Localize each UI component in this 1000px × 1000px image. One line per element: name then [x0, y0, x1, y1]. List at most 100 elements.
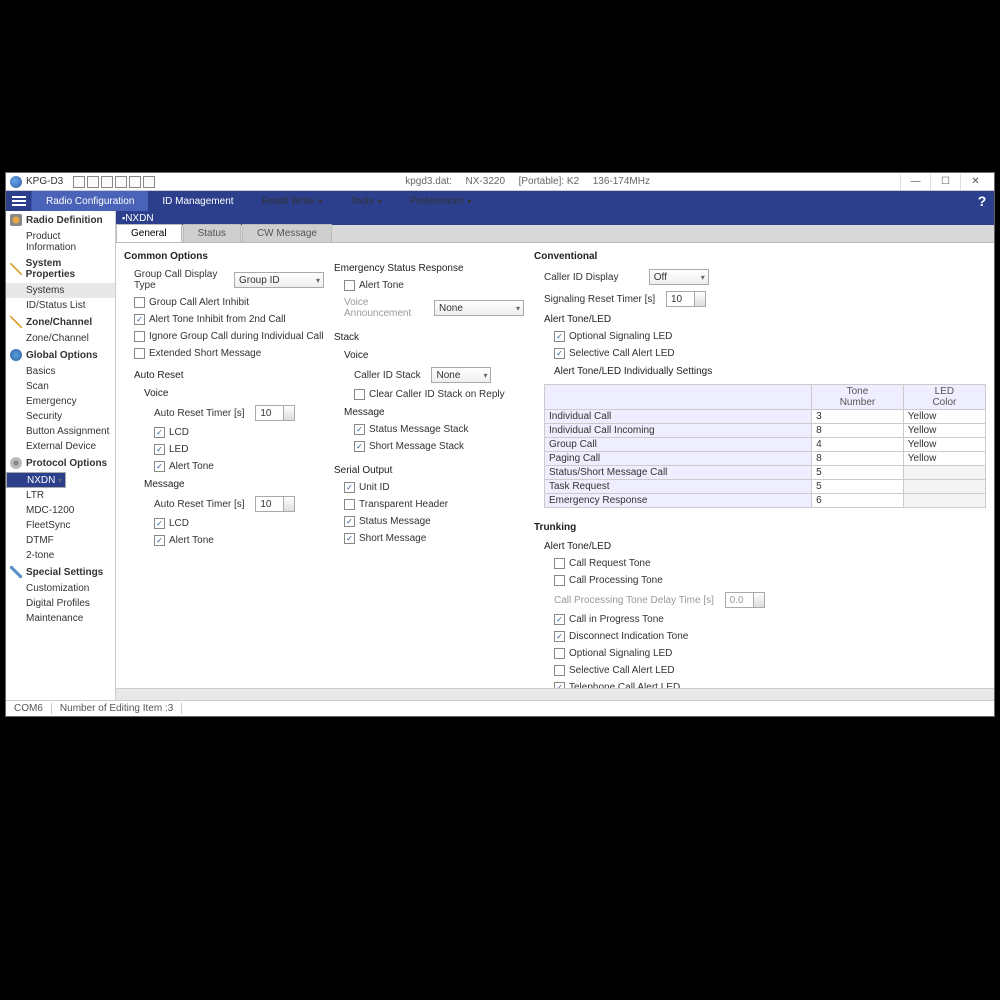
select-esr-va[interactable]: None: [434, 300, 524, 316]
menu-preferences[interactable]: Preferences▾: [396, 191, 486, 211]
sidebar-item-emergency[interactable]: Emergency: [6, 394, 115, 409]
cb-ar-voice-led[interactable]: [154, 444, 165, 455]
horizontal-scrollbar[interactable]: [116, 688, 994, 700]
num-ar-voice-timer[interactable]: 10: [255, 405, 295, 421]
cb-trunk-dit[interactable]: [554, 631, 565, 642]
sidebar-sec-global-options[interactable]: Global Options: [6, 346, 115, 364]
tabs: General Status CW Message: [116, 225, 994, 243]
cb-ar-msg-lcd[interactable]: [154, 518, 165, 529]
globe-icon: [10, 349, 22, 361]
label-gcdt: Group Call Display Type: [134, 269, 223, 291]
menubar: Radio Configuration ID Management Read/ …: [6, 191, 994, 211]
table-row[interactable]: Paging Call8Yellow: [545, 452, 986, 466]
sidebar-item-customization[interactable]: Customization: [6, 581, 115, 596]
sidebar-item-digital-profiles[interactable]: Digital Profiles: [6, 596, 115, 611]
heading-ar-voice: Voice: [124, 388, 324, 399]
tb-icon-1[interactable]: [73, 176, 85, 188]
cb-conv-osl[interactable]: [554, 331, 565, 342]
cb-shms[interactable]: [354, 441, 365, 452]
sidebar-item-external-device[interactable]: External Device: [6, 439, 115, 454]
table-row[interactable]: Emergency Response6: [545, 494, 986, 508]
cb-ar-voice-lcd[interactable]: [154, 427, 165, 438]
menu-read-write[interactable]: Read/ Write▾: [248, 191, 337, 211]
cb-serial-th[interactable]: [344, 499, 355, 510]
cb-esr-at[interactable]: [344, 280, 355, 291]
menu-id-management[interactable]: ID Management: [148, 191, 247, 211]
sidebar-item-systems[interactable]: Systems: [6, 283, 115, 298]
tab-cw-message[interactable]: CW Message: [242, 224, 332, 242]
sidebar-item-button-assignment[interactable]: Button Assignment: [6, 424, 115, 439]
sidebar-item-idstatus-list[interactable]: ID/Status List: [6, 298, 115, 313]
tab-status[interactable]: Status: [183, 224, 241, 242]
sidebar-item-nxdn[interactable]: NXDN: [6, 472, 66, 488]
tb-icon-4[interactable]: [115, 176, 127, 188]
num-srt[interactable]: 10: [666, 291, 706, 307]
table-row[interactable]: Task Request5: [545, 480, 986, 494]
cb-trunk-osl[interactable]: [554, 648, 565, 659]
num-cptdt[interactable]: 0.0: [725, 592, 765, 608]
window-minimize[interactable]: —: [900, 174, 930, 190]
antenna2-icon: [10, 316, 22, 328]
sidebar-sec-radio-definition[interactable]: Radio Definition: [6, 211, 115, 229]
tb-icon-2[interactable]: [87, 176, 99, 188]
cb-trunk-crt[interactable]: [554, 558, 565, 569]
table-row[interactable]: Status/Short Message Call5: [545, 466, 986, 480]
sidebar-item-dtmf[interactable]: DTMF: [6, 533, 115, 548]
num-ar-msg-timer[interactable]: 10: [255, 496, 295, 512]
cb-serial-shm[interactable]: [344, 533, 355, 544]
sidebar-item-fleetsync[interactable]: FleetSync: [6, 518, 115, 533]
app-title: KPG-D3: [26, 176, 63, 187]
sidebar-item-zone-channel[interactable]: Zone/Channel: [6, 331, 115, 346]
cb-atifc[interactable]: [134, 314, 145, 325]
tb-icon-6[interactable]: [143, 176, 155, 188]
window-maximize[interactable]: ☐: [930, 174, 960, 190]
sidebar-item-maintenance[interactable]: Maintenance: [6, 611, 115, 626]
sidebar-item-mdc1200[interactable]: MDC-1200: [6, 503, 115, 518]
menu-radio-configuration[interactable]: Radio Configuration: [32, 191, 148, 211]
menu-tools[interactable]: Tools▾: [336, 191, 395, 211]
help-icon[interactable]: ?: [970, 191, 994, 211]
cb-igcdic[interactable]: [134, 331, 145, 342]
hamburger-icon[interactable]: [6, 191, 32, 211]
select-gcdt[interactable]: Group ID: [234, 272, 324, 288]
sidebar-item-ltr[interactable]: LTR: [6, 488, 115, 503]
sidebar-sec-system-properties[interactable]: System Properties: [6, 255, 115, 283]
app-logo-icon: [10, 176, 22, 188]
cb-ar-msg-at[interactable]: [154, 535, 165, 546]
cb-conv-scal[interactable]: [554, 348, 565, 359]
tb-icon-5[interactable]: [129, 176, 141, 188]
select-caller-id-display[interactable]: Off: [649, 269, 709, 285]
tb-icon-3[interactable]: [101, 176, 113, 188]
sidebar-item-basics[interactable]: Basics: [6, 364, 115, 379]
sidebar-item-product-information[interactable]: Product Information: [6, 229, 115, 255]
sidebar-sec-zone-channel[interactable]: Zone/Channel: [6, 313, 115, 331]
sidebar-sec-protocol-options[interactable]: Protocol Options: [6, 454, 115, 472]
table-row[interactable]: Individual Call3Yellow: [545, 410, 986, 424]
cb-ccids[interactable]: [354, 389, 365, 400]
select-cids[interactable]: None: [431, 367, 491, 383]
cb-ar-voice-at[interactable]: [154, 461, 165, 472]
cb-trunk-cpt[interactable]: [554, 575, 565, 586]
meta-portable: [Portable]: K2: [519, 176, 580, 187]
wrench-icon: [10, 566, 22, 578]
cb-gcai[interactable]: [134, 297, 145, 308]
window-close[interactable]: ✕: [960, 174, 990, 190]
cb-trunk-scal[interactable]: [554, 665, 565, 676]
cb-serial-uid[interactable]: [344, 482, 355, 493]
heading-trunk-atl: Alert Tone/LED: [534, 541, 986, 552]
cb-trunk-cipt[interactable]: [554, 614, 565, 625]
sidebar-item-scan[interactable]: Scan: [6, 379, 115, 394]
meta-model: NX-3220: [466, 176, 505, 187]
sidebar-item-security[interactable]: Security: [6, 409, 115, 424]
table-row[interactable]: Individual Call Incoming8Yellow: [545, 424, 986, 438]
app-window: KPG-D3 kpgd3.dat: NX-3220 [Portable]: K2…: [5, 172, 995, 717]
titlebar: KPG-D3 kpgd3.dat: NX-3220 [Portable]: K2…: [6, 173, 994, 191]
table-conv-atl: Tone NumberLED Color Individual Call3Yel…: [544, 384, 986, 508]
cb-esm[interactable]: [134, 348, 145, 359]
cb-serial-sm[interactable]: [344, 516, 355, 527]
cb-sms[interactable]: [354, 424, 365, 435]
tab-general[interactable]: General: [116, 224, 182, 242]
table-row[interactable]: Group Call4Yellow: [545, 438, 986, 452]
sidebar-item-2tone[interactable]: 2-tone: [6, 548, 115, 563]
sidebar-sec-special-settings[interactable]: Special Settings: [6, 563, 115, 581]
